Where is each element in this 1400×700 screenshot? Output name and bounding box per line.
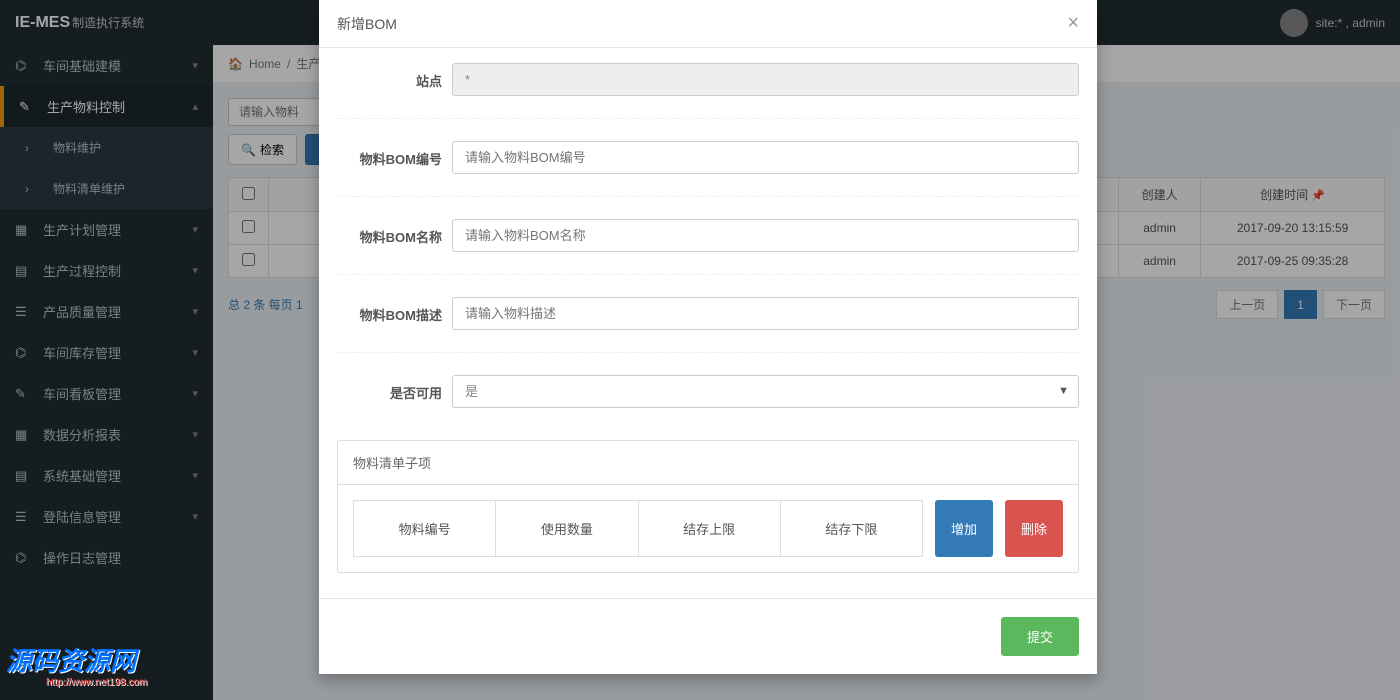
col-stock-upper: 结存上限 bbox=[639, 501, 781, 556]
watermark: 源码资源网 http://www.net198.com bbox=[6, 648, 147, 688]
bom-name-field[interactable] bbox=[452, 219, 1079, 252]
modal-header: 新增BOM × bbox=[319, 0, 1097, 48]
bom-desc-field[interactable] bbox=[452, 297, 1079, 330]
close-icon[interactable]: × bbox=[1067, 12, 1079, 35]
bom-items-panel: 物料清单子项 物料编号 使用数量 结存上限 结存下限 增加 删除 bbox=[337, 440, 1079, 573]
col-stock-lower: 结存下限 bbox=[781, 501, 922, 556]
bom-items-table: 物料编号 使用数量 结存上限 结存下限 bbox=[353, 500, 923, 557]
modal-body: 站点 物料BOM编号 物料BOM名称 物料BOM描述 是否可用 是 ▼ 物料清单… bbox=[319, 48, 1097, 598]
submit-button[interactable]: 提交 bbox=[1001, 617, 1079, 656]
col-item-no: 物料编号 bbox=[354, 501, 496, 556]
label-bom-desc: 物料BOM描述 bbox=[337, 297, 452, 324]
add-bom-modal: 新增BOM × 站点 物料BOM编号 物料BOM名称 物料BOM描述 是否可用 … bbox=[319, 0, 1097, 674]
add-item-button[interactable]: 增加 bbox=[935, 500, 993, 557]
modal-footer: 提交 bbox=[319, 598, 1097, 674]
sub-panel-title: 物料清单子项 bbox=[338, 441, 1078, 485]
delete-item-button[interactable]: 删除 bbox=[1005, 500, 1063, 557]
label-usable: 是否可用 bbox=[337, 375, 452, 402]
col-use-qty: 使用数量 bbox=[496, 501, 638, 556]
site-field bbox=[452, 63, 1079, 96]
label-site: 站点 bbox=[337, 63, 452, 90]
modal-title: 新增BOM bbox=[337, 14, 397, 34]
label-bom-name: 物料BOM名称 bbox=[337, 219, 452, 246]
bom-no-field[interactable] bbox=[452, 141, 1079, 174]
usable-select[interactable]: 是 bbox=[452, 375, 1079, 408]
label-bom-no: 物料BOM编号 bbox=[337, 141, 452, 168]
